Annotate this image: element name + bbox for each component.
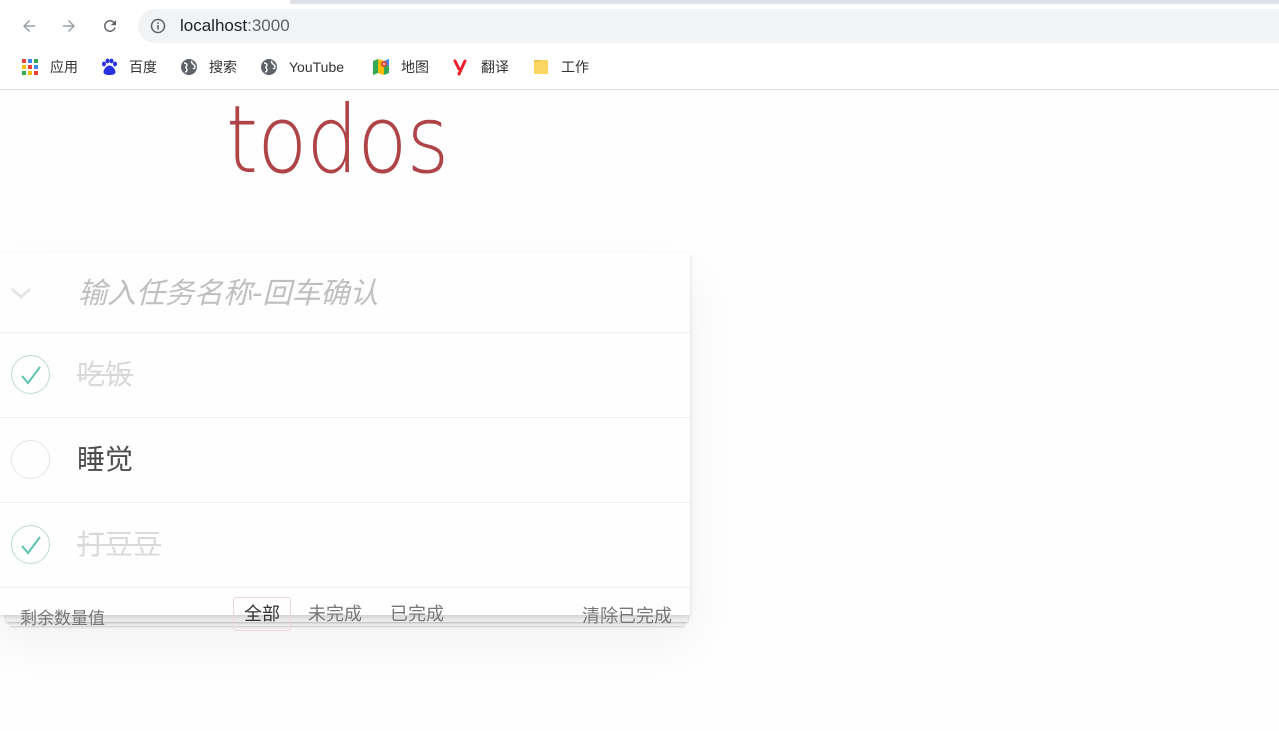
youdao-icon bbox=[452, 58, 470, 76]
new-todo-input[interactable] bbox=[60, 267, 680, 319]
todo-checkbox[interactable] bbox=[11, 525, 50, 564]
todo-checkbox[interactable] bbox=[11, 440, 50, 479]
tab-strip-edge bbox=[290, 0, 1279, 4]
arrow-right-icon bbox=[63, 20, 75, 32]
url-port: :3000 bbox=[247, 16, 290, 35]
toggle-all-button[interactable] bbox=[8, 281, 34, 305]
clear-completed-button[interactable]: 清除已完成 bbox=[582, 602, 672, 628]
todo-checkbox[interactable] bbox=[11, 355, 50, 394]
todo-list: 吃饭 睡觉 打豆豆 bbox=[0, 333, 690, 588]
todo-item: 吃饭 bbox=[0, 333, 690, 418]
checkmark-icon bbox=[20, 535, 41, 555]
todo-item: 睡觉 bbox=[0, 418, 690, 503]
bookmark-baidu[interactable]: 百度 bbox=[100, 55, 157, 79]
todo-footer: 剩余数量值 全部 未完成 已完成 清除已完成 bbox=[0, 589, 690, 631]
todo-label[interactable]: 打豆豆 bbox=[77, 525, 161, 565]
bookmark-label: 应用 bbox=[50, 59, 78, 75]
filter-all[interactable]: 全部 bbox=[233, 597, 291, 631]
bookmark-translate[interactable]: 翻译 bbox=[452, 55, 509, 79]
globe-icon bbox=[180, 58, 198, 76]
chevron-down-icon bbox=[11, 287, 31, 300]
bookmark-maps[interactable]: 地图 bbox=[372, 55, 429, 79]
forward-button[interactable] bbox=[55, 12, 83, 40]
address-bar[interactable]: localhost:3000 bbox=[138, 9, 1279, 43]
filter-completed[interactable]: 已完成 bbox=[379, 597, 455, 631]
filter-tabs: 全部 未完成 已完成 bbox=[233, 597, 461, 631]
bookmark-label: 搜索 bbox=[209, 59, 237, 75]
bookmark-search[interactable]: 搜索 bbox=[180, 55, 237, 79]
bookmark-work-folder[interactable]: 工作 bbox=[532, 55, 589, 79]
bookmark-label: 地图 bbox=[401, 59, 429, 75]
bookmark-label: 百度 bbox=[129, 59, 157, 75]
bookmark-label: 翻译 bbox=[481, 59, 509, 75]
app-title: todos bbox=[226, 86, 449, 195]
back-button[interactable] bbox=[15, 12, 43, 40]
folder-icon bbox=[532, 58, 550, 76]
globe-icon bbox=[260, 58, 278, 76]
todo-count: 剩余数量值 bbox=[20, 609, 105, 628]
baidu-paw-icon bbox=[100, 58, 118, 76]
info-icon bbox=[150, 18, 166, 34]
reload-button[interactable] bbox=[96, 12, 124, 40]
bookmark-label: 工作 bbox=[561, 59, 589, 75]
browser-chrome: localhost:3000 应用 百度 搜索 YouTube 地图 翻译 工作 bbox=[0, 0, 1279, 90]
bookmarks-bar: 应用 百度 搜索 YouTube 地图 翻译 工作 bbox=[0, 55, 1279, 79]
todo-item: 打豆豆 bbox=[0, 503, 690, 588]
bookmark-youtube[interactable]: YouTube bbox=[260, 55, 344, 79]
checkmark-icon bbox=[20, 365, 41, 385]
url-text: localhost:3000 bbox=[180, 16, 290, 36]
filter-active[interactable]: 未完成 bbox=[297, 597, 373, 631]
bookmark-apps[interactable]: 应用 bbox=[21, 55, 78, 79]
todo-label[interactable]: 吃饭 bbox=[77, 355, 133, 395]
bookmark-label: YouTube bbox=[289, 59, 345, 75]
arrow-left-icon bbox=[23, 20, 35, 32]
maps-icon bbox=[372, 58, 390, 76]
todo-label[interactable]: 睡觉 bbox=[77, 440, 133, 480]
url-host: localhost bbox=[180, 16, 248, 35]
todo-header bbox=[0, 253, 690, 333]
apps-grid-icon bbox=[21, 58, 39, 76]
reload-icon bbox=[103, 19, 116, 32]
todo-app: 吃饭 睡觉 打豆豆 剩余数量值 全部 未完成 已完成 清除已完成 bbox=[0, 253, 690, 631]
